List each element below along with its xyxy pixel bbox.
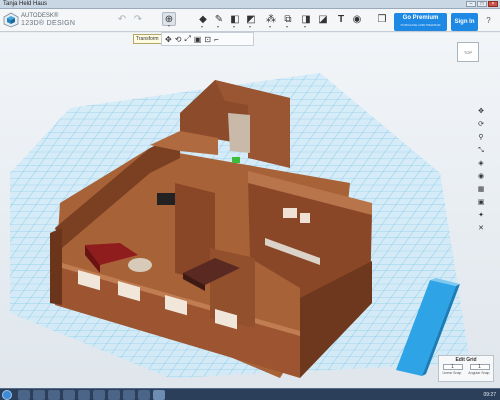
transform-tool-icon[interactable]: ⊕ ▾	[162, 12, 176, 28]
main-toolbar: AUTODESK® 123D® DESIGN ↶ ↷ ⊕ ▾ ◆ ▾ ✎ ▾ ◧ ▾ ◩…	[0, 9, 500, 32]
linear-snap-input[interactable]: 1	[442, 364, 463, 370]
undo-icon[interactable]: ↶	[115, 12, 129, 26]
visibility-icon[interactable]: ◉	[476, 172, 487, 182]
view-cube[interactable]: TOP	[457, 42, 479, 62]
pattern-tool-icon[interactable]: ⁂ ▾	[264, 12, 278, 30]
measure-tool-icon[interactable]: ◪	[316, 12, 330, 26]
navigation-bar: ✥ ⟳ ⚲ ⤡ ◈ ◉ ▦ ▣ ✦ ✕	[475, 107, 487, 234]
help-icon[interactable]: ?	[483, 16, 494, 27]
close-button[interactable]: ×	[488, 1, 498, 7]
os-taskbar: 09:27	[0, 388, 500, 400]
snap-tool-icon[interactable]: ◉	[350, 12, 364, 26]
app-logo[interactable]: AUTODESK® 123D® DESIGN	[3, 12, 75, 28]
go-premium-button[interactable]: Go Premium PURCHASE 123D PREMIUM	[394, 13, 447, 31]
material-tool-icon[interactable]: ❒	[375, 12, 389, 26]
screenshot-icon[interactable]: ▣	[476, 198, 487, 208]
start-button[interactable]	[2, 390, 12, 400]
redo-icon[interactable]: ↷	[131, 12, 145, 26]
sketch-tool-icon[interactable]: ✎ ▾	[212, 12, 226, 30]
settings-icon[interactable]: ✦	[476, 211, 487, 221]
taskbar-app[interactable]	[108, 390, 120, 400]
sign-in-button[interactable]: Sign In	[451, 13, 478, 31]
taskbar-app[interactable]	[18, 390, 30, 400]
taskbar-clock: 09:27	[483, 392, 496, 398]
primitives-tool-icon[interactable]: ◆ ▾	[196, 12, 210, 30]
taskbar-app[interactable]	[123, 390, 135, 400]
ruler-icon[interactable]: ⌐	[214, 35, 219, 44]
minimize-button[interactable]: –	[466, 1, 476, 7]
edit-grid-button[interactable]: Edit Grid	[439, 356, 493, 363]
taskbar-app[interactable]	[63, 390, 75, 400]
grouping-tool-icon[interactable]: ⧉ ▾	[281, 12, 295, 30]
taskbar-app[interactable]	[33, 390, 45, 400]
modify-tool-icon[interactable]: ◩ ▾	[244, 12, 258, 30]
taskbar-app-active[interactable]	[153, 390, 165, 400]
pan-icon[interactable]: ✥	[476, 107, 487, 117]
rotate-icon[interactable]: ⟲	[175, 35, 182, 44]
text-tool-icon[interactable]: T	[334, 12, 348, 26]
maximize-button[interactable]: □	[477, 1, 487, 7]
edit-grid-panel: Edit Grid 1 1 Linear Snap Angular Snap	[438, 355, 494, 382]
grid-view-icon[interactable]: ▦	[476, 185, 487, 195]
zoom-icon[interactable]: ⚲	[476, 133, 487, 143]
transform-tooltip: Transform	[133, 34, 162, 44]
brand-line2: 123D® DESIGN	[21, 20, 76, 27]
combine-tool-icon[interactable]: ◨ ▾	[299, 12, 313, 30]
taskbar-app[interactable]	[78, 390, 90, 400]
angular-snap-input[interactable]: 1	[469, 364, 490, 370]
logo-text: AUTODESK® 123D® DESIGN	[21, 13, 75, 27]
orbit-icon[interactable]: ⟳	[476, 120, 487, 130]
angular-snap-label: Angular Snap	[468, 371, 490, 375]
smart-scale-icon[interactable]: ⊡	[204, 35, 211, 44]
view-icon[interactable]: ◈	[476, 159, 487, 169]
premium-subtitle: PURCHASE 123D PREMIUM	[400, 23, 441, 27]
taskbar-app[interactable]	[138, 390, 150, 400]
construct-tool-icon[interactable]: ◧ ▾	[228, 12, 242, 30]
align-icon[interactable]: ▣	[194, 35, 202, 44]
fit-icon[interactable]: ⤡	[476, 146, 487, 156]
transform-subtoolbar: ✥ ⟲ ⤢ ▣ ⊡ ⌐	[161, 32, 254, 46]
window-controls: – □ ×	[466, 1, 498, 7]
window-title: Tanja Held Haus	[3, 1, 48, 7]
hide-icon[interactable]: ✕	[476, 224, 487, 234]
logo-icon	[3, 12, 19, 28]
scale-icon[interactable]: ⤢	[184, 34, 190, 44]
taskbar-app[interactable]	[93, 390, 105, 400]
taskbar-app[interactable]	[48, 390, 60, 400]
window-titlebar: Tanja Held Haus – □ ×	[0, 0, 500, 9]
linear-snap-label: Linear Snap	[442, 371, 462, 375]
brand-line1: AUTODESK®	[21, 13, 59, 19]
move-icon[interactable]: ✥	[165, 35, 172, 44]
premium-title: Go Premium	[402, 15, 439, 21]
